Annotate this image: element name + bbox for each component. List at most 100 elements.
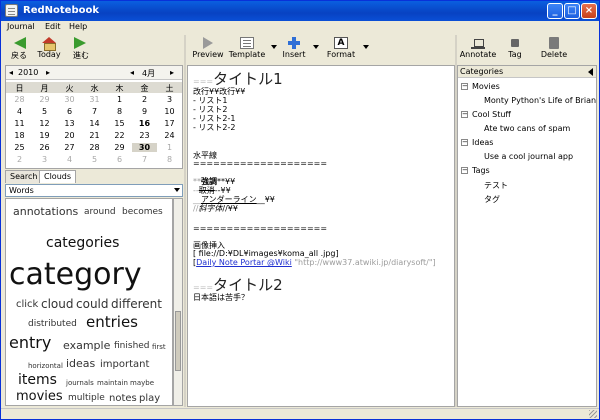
calendar-day[interactable]: 30 [132,143,157,152]
calendar-day[interactable]: 7 [82,107,107,116]
tab-clouds[interactable]: Clouds [39,170,77,183]
calendar-day[interactable]: 18 [7,131,32,140]
calendar-day[interactable]: 21 [82,131,107,140]
pane-divider-left[interactable] [184,35,186,407]
calendar-day[interactable]: 8 [157,155,182,164]
cloud-scrollbar[interactable] [173,198,183,406]
collapse-toggle-icon[interactable]: − [461,139,468,146]
calendar-day[interactable]: 3 [157,95,182,104]
delete-button[interactable]: Delete [539,35,569,63]
calendar-day[interactable]: 23 [132,131,157,140]
template-button[interactable]: Template [227,35,267,63]
collapse-toggle-icon[interactable]: − [461,167,468,174]
cloud-word[interactable]: journals [66,379,94,387]
calendar-day[interactable]: 24 [157,131,182,140]
resize-grip-icon[interactable] [589,410,597,418]
link-text[interactable]: Daily Note Portar @Wiki [196,258,292,267]
calendar-day[interactable]: 7 [132,155,157,164]
insert-dropdown-chevron-icon[interactable] [313,45,319,49]
cloud-word[interactable]: notes [109,393,137,404]
annotate-button[interactable]: Annotate [459,35,497,63]
calendar-day[interactable]: 29 [32,95,57,104]
cloud-word[interactable]: multiple [68,393,105,403]
calendar-day[interactable]: 11 [7,119,32,128]
cloud-word[interactable]: items [18,372,57,388]
next-month-button[interactable]: ▸ [170,68,174,77]
tree-category[interactable]: Tags [472,166,490,175]
calendar-day[interactable]: 29 [107,143,132,152]
cloud-word[interactable]: example [63,339,110,352]
calendar-day[interactable]: 27 [57,143,82,152]
calendar-day[interactable]: 5 [82,155,107,164]
calendar-day[interactable]: 2 [132,95,157,104]
calendar-day[interactable]: 17 [157,119,182,128]
tree-category[interactable]: Movies [472,82,500,91]
cloud-word[interactable]: categories [46,235,119,251]
calendar-day[interactable]: 2 [7,155,32,164]
tree-category[interactable]: Cool Stuff [472,110,511,119]
menu-journal[interactable]: Journal [7,22,35,31]
calendar-day[interactable]: 8 [107,107,132,116]
forward-button[interactable]: 進む [65,35,97,63]
calendar-day[interactable]: 20 [57,131,82,140]
cloud-word[interactable]: entries [86,313,138,331]
template-dropdown-chevron-icon[interactable] [271,45,277,49]
collapse-toggle-icon[interactable]: − [461,111,468,118]
close-button[interactable]: × [581,3,597,19]
cloud-word[interactable]: around [84,207,116,217]
tree-entry[interactable]: タグ [484,194,500,205]
calendar-day[interactable]: 12 [32,119,57,128]
tree-entry[interactable]: テスト [484,180,508,191]
format-dropdown-chevron-icon[interactable] [363,45,369,49]
today-button[interactable]: Today [33,35,65,63]
cloud-word[interactable]: maybe [130,379,154,387]
cloud-word[interactable]: cloud [41,297,74,311]
next-year-button[interactable]: ▸ [46,68,50,77]
preview-button[interactable]: Preview [191,35,225,63]
cloud-word[interactable]: movies [16,389,63,404]
tree-header[interactable]: Categories [458,66,596,78]
prev-month-button[interactable]: ◂ [130,68,134,77]
calendar-day[interactable]: 1 [107,95,132,104]
title-bar[interactable]: RedNotebook _ □ × [1,1,599,21]
tab-search[interactable]: Search [5,170,43,183]
text-editor[interactable]: ===タイトル1 改行¥¥改行¥¥ - リスト1 - リスト2 - リスト2-1… [187,65,455,407]
calendar-day[interactable]: 4 [57,155,82,164]
tree-entry[interactable]: Use a cool journal app [484,152,573,161]
calendar-day[interactable]: 6 [107,155,132,164]
prev-year-button[interactable]: ◂ [9,68,13,77]
calendar-day[interactable]: 28 [7,95,32,104]
minimize-button[interactable]: _ [547,3,563,19]
cloud-word[interactable]: category [9,257,142,292]
tree-entry[interactable]: Monty Python's Life of Brian [484,96,596,105]
collapse-arrow-icon[interactable] [588,68,593,76]
calendar-day[interactable]: 31 [82,95,107,104]
cloud-word[interactable]: could [76,297,109,311]
calendar-day[interactable]: 10 [157,107,182,116]
calendar-day[interactable]: 16 [132,119,157,128]
back-button[interactable]: 戻る [3,35,35,63]
cloud-word[interactable]: important [100,359,149,370]
cloud-word[interactable]: entry [9,333,51,352]
tree-entry[interactable]: Ate two cans of spam [484,124,570,133]
calendar-day[interactable]: 6 [57,107,82,116]
calendar-day[interactable]: 13 [57,119,82,128]
scrollbar-thumb[interactable] [175,311,181,371]
calendar-day[interactable]: 5 [32,107,57,116]
cloud-word[interactable]: play [139,393,160,404]
cloud-word[interactable]: different [111,297,162,311]
cloud-type-select[interactable]: Words [5,184,183,197]
cloud-word[interactable]: annotations [13,205,78,218]
cloud-word[interactable]: first [152,343,166,351]
format-button[interactable]: A Format [323,35,359,63]
calendar-day[interactable]: 22 [107,131,132,140]
tag-button[interactable]: Tag [503,35,527,63]
cloud-word[interactable]: maintain [97,379,128,387]
cloud-word[interactable]: click [16,299,38,310]
calendar-day[interactable]: 30 [57,95,82,104]
cloud-word[interactable]: becomes [122,207,163,217]
calendar-day[interactable]: 25 [7,143,32,152]
calendar-day[interactable]: 3 [32,155,57,164]
menu-help[interactable]: Help [69,22,87,31]
insert-button[interactable]: Insert [279,35,309,63]
